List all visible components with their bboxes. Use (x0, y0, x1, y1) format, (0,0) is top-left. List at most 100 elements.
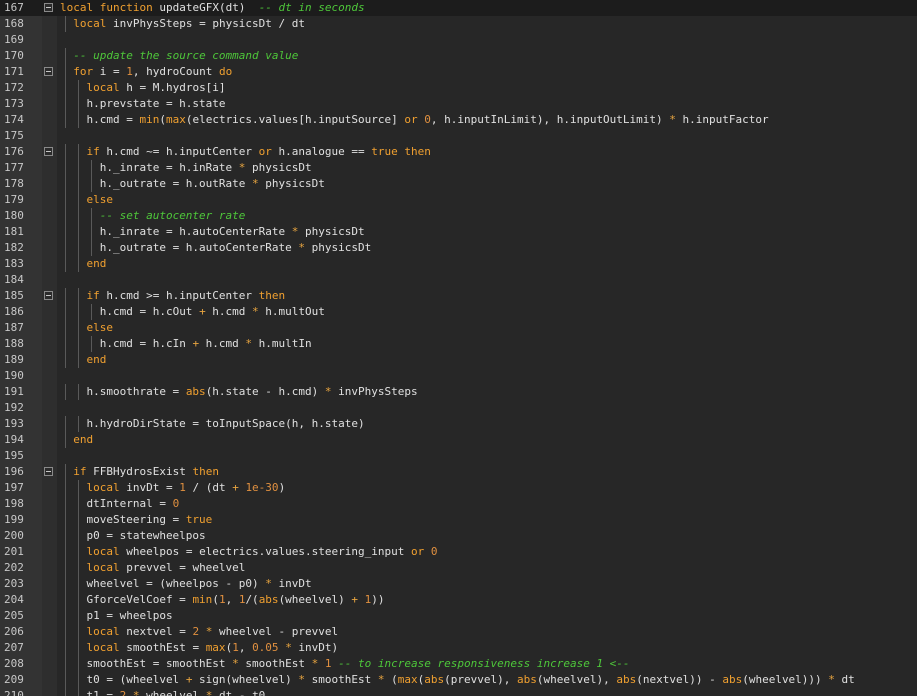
text-token: h.cmd >= h.inputCenter (99, 289, 259, 302)
code-line[interactable]: 195 (0, 448, 917, 464)
text-token: p1 = wheelpos (86, 609, 173, 622)
text-token: smoothEst (305, 673, 378, 686)
code-line[interactable]: 179 else (0, 192, 917, 208)
code-line[interactable]: 177 h._inrate = h.inRate * physicsDt (0, 160, 917, 176)
text-token: , h.inputInLimit), h.inputOutLimit) (430, 113, 670, 126)
operator-token: * (232, 657, 239, 670)
indent-guide (77, 96, 79, 112)
comment-token: -- update the source command value (73, 49, 299, 62)
indent-guide (64, 208, 66, 224)
line-number: 174 (4, 113, 24, 126)
text-token: h._inrate = h.autoCenterRate (99, 225, 292, 238)
code-line[interactable]: 188 h.cmd = h.cIn + h.cmd * h.multIn (0, 336, 917, 352)
code-line[interactable]: 201 local wheelpos = electrics.values.ste… (0, 544, 917, 560)
code-line[interactable]: 197 local invDt = 1 / (dt + 1e-30) (0, 480, 917, 496)
code-line[interactable]: 203 wheelvel = (wheelpos - p0) * invDt (0, 576, 917, 592)
indent-guide (77, 320, 79, 336)
text-token: h.analogue == (271, 145, 372, 158)
keyword-token: local (73, 17, 107, 30)
code-line[interactable]: 208 smoothEst = smoothEst * smoothEst * 1… (0, 656, 917, 672)
indent-guide (64, 560, 66, 576)
code-line[interactable]: 187 else (0, 320, 917, 336)
code-line[interactable]: 204 GforceVelCoef = min(1, 1/(abs(wheelve… (0, 592, 917, 608)
operator-token: * (324, 385, 332, 398)
code-line[interactable]: 189 end (0, 352, 917, 368)
code-line[interactable]: 182 h._outrate = h.autoCenterRate * physi… (0, 240, 917, 256)
code-line[interactable]: 178 h._outrate = h.outRate * physicsDt (0, 176, 917, 192)
code-line[interactable]: 186 h.cmd = h.cOut + h.cmd * h.multOut (0, 304, 917, 320)
indent-guide (64, 288, 66, 304)
code-line[interactable]: 171 for i = 1, hydroCount do (0, 64, 917, 80)
code-line[interactable]: 194 end (0, 432, 917, 448)
line-number: 176 (4, 145, 24, 158)
fold-toggle-icon[interactable] (44, 467, 53, 476)
code-line[interactable]: 170 -- update the source command value (0, 48, 917, 64)
code-line[interactable]: 205 p1 = wheelpos (0, 608, 917, 624)
code-line[interactable]: 209 t0 = (wheelvel + sign(wheelvel) * smo… (0, 672, 917, 688)
code-line[interactable]: 198 dtInternal = 0 (0, 496, 917, 512)
indent-guide (64, 48, 66, 64)
code-text: end (86, 257, 106, 271)
line-number: 208 (4, 657, 24, 670)
line-number: 183 (4, 257, 24, 270)
indent-guide (77, 352, 79, 368)
text-token: h.multIn (252, 337, 312, 350)
code-editor[interactable]: 167 local function updateGFX(dt) -- dt in… (0, 0, 917, 696)
line-number: 199 (4, 513, 24, 526)
indent-guide (64, 528, 66, 544)
code-line[interactable]: 167 local function updateGFX(dt) -- dt in… (0, 0, 917, 16)
text-token: , hydroCount (132, 65, 219, 78)
indent-guide (64, 640, 66, 656)
line-number: 188 (4, 337, 24, 350)
text-token: / (dt (185, 481, 233, 494)
code-line[interactable]: 200 p0 = statewheelpos (0, 528, 917, 544)
code-line[interactable]: 192 (0, 400, 917, 416)
fold-toggle-icon[interactable] (44, 67, 53, 76)
code-line[interactable]: 190 (0, 368, 917, 384)
code-line[interactable]: 183 end (0, 256, 917, 272)
code-line[interactable]: 174 h.cmd = min(max(electrics.values[h.in… (0, 112, 917, 128)
line-number: 209 (4, 673, 24, 686)
indent-guide (77, 384, 79, 400)
text-token: h.cmd = (86, 113, 140, 126)
indent-guide (64, 176, 66, 192)
code-line[interactable]: 169 (0, 32, 917, 48)
code-line[interactable]: 196 if FFBHydrosExist then (0, 464, 917, 480)
code-line[interactable]: 206 local nextvel = 2 * wheelvel - prevve… (0, 624, 917, 640)
indent-guide (77, 576, 79, 592)
fold-toggle-icon[interactable] (44, 147, 53, 156)
code-line[interactable]: 199 moveSteering = true (0, 512, 917, 528)
code-line[interactable]: 185 if h.cmd >= h.inputCenter then (0, 288, 917, 304)
code-line[interactable]: 172 local h = M.hydros[i] (0, 80, 917, 96)
code-line[interactable]: 210 t1 = 2 * wheelvel * dt - t0 (0, 688, 917, 696)
code-line[interactable]: 191 h.smoothrate = abs(h.state - h.cmd) *… (0, 384, 917, 400)
indent-guide (77, 512, 79, 528)
text-token: wheelvel (139, 689, 206, 696)
text-token: (wheelvel) (278, 593, 352, 606)
code-line[interactable]: 176 if h.cmd ~= h.inputCenter or h.analog… (0, 144, 917, 160)
line-number: 204 (4, 593, 24, 606)
line-number: 173 (4, 97, 24, 110)
code-line[interactable]: 180 -- set autocenter rate (0, 208, 917, 224)
code-text: local nextvel = 2 * wheelvel - prevvel (86, 625, 338, 639)
code-line[interactable]: 202 local prevvel = wheelvel (0, 560, 917, 576)
code-text: h.hydroDirState = toInputSpace(h, h.stat… (86, 417, 364, 431)
code-line[interactable]: 193 h.hydroDirState = toInputSpace(h, h.s… (0, 416, 917, 432)
code-line[interactable]: 168 local invPhysSteps = physicsDt / dt (0, 16, 917, 32)
code-line[interactable]: 173 h.prevstate = h.state (0, 96, 917, 112)
fold-toggle-icon[interactable] (44, 291, 53, 300)
code-line[interactable]: 184 (0, 272, 917, 288)
builtin-token: abs (185, 385, 206, 398)
operator-token: * (252, 177, 259, 190)
code-text: h._inrate = h.inRate * physicsDt (100, 161, 312, 175)
line-number: 190 (4, 369, 24, 382)
line-number: 169 (4, 33, 24, 46)
code-text: local invDt = 1 / (dt + 1e-30) (86, 481, 285, 495)
fold-toggle-icon[interactable] (44, 3, 53, 12)
text-token: smoothEst (238, 657, 312, 670)
keyword-token: local (86, 481, 120, 494)
code-line[interactable]: 207 local smoothEst = max(1, 0.05 * invDt… (0, 640, 917, 656)
line-number: 192 (4, 401, 24, 414)
code-line[interactable]: 175 (0, 128, 917, 144)
code-line[interactable]: 181 h._inrate = h.autoCenterRate * physic… (0, 224, 917, 240)
